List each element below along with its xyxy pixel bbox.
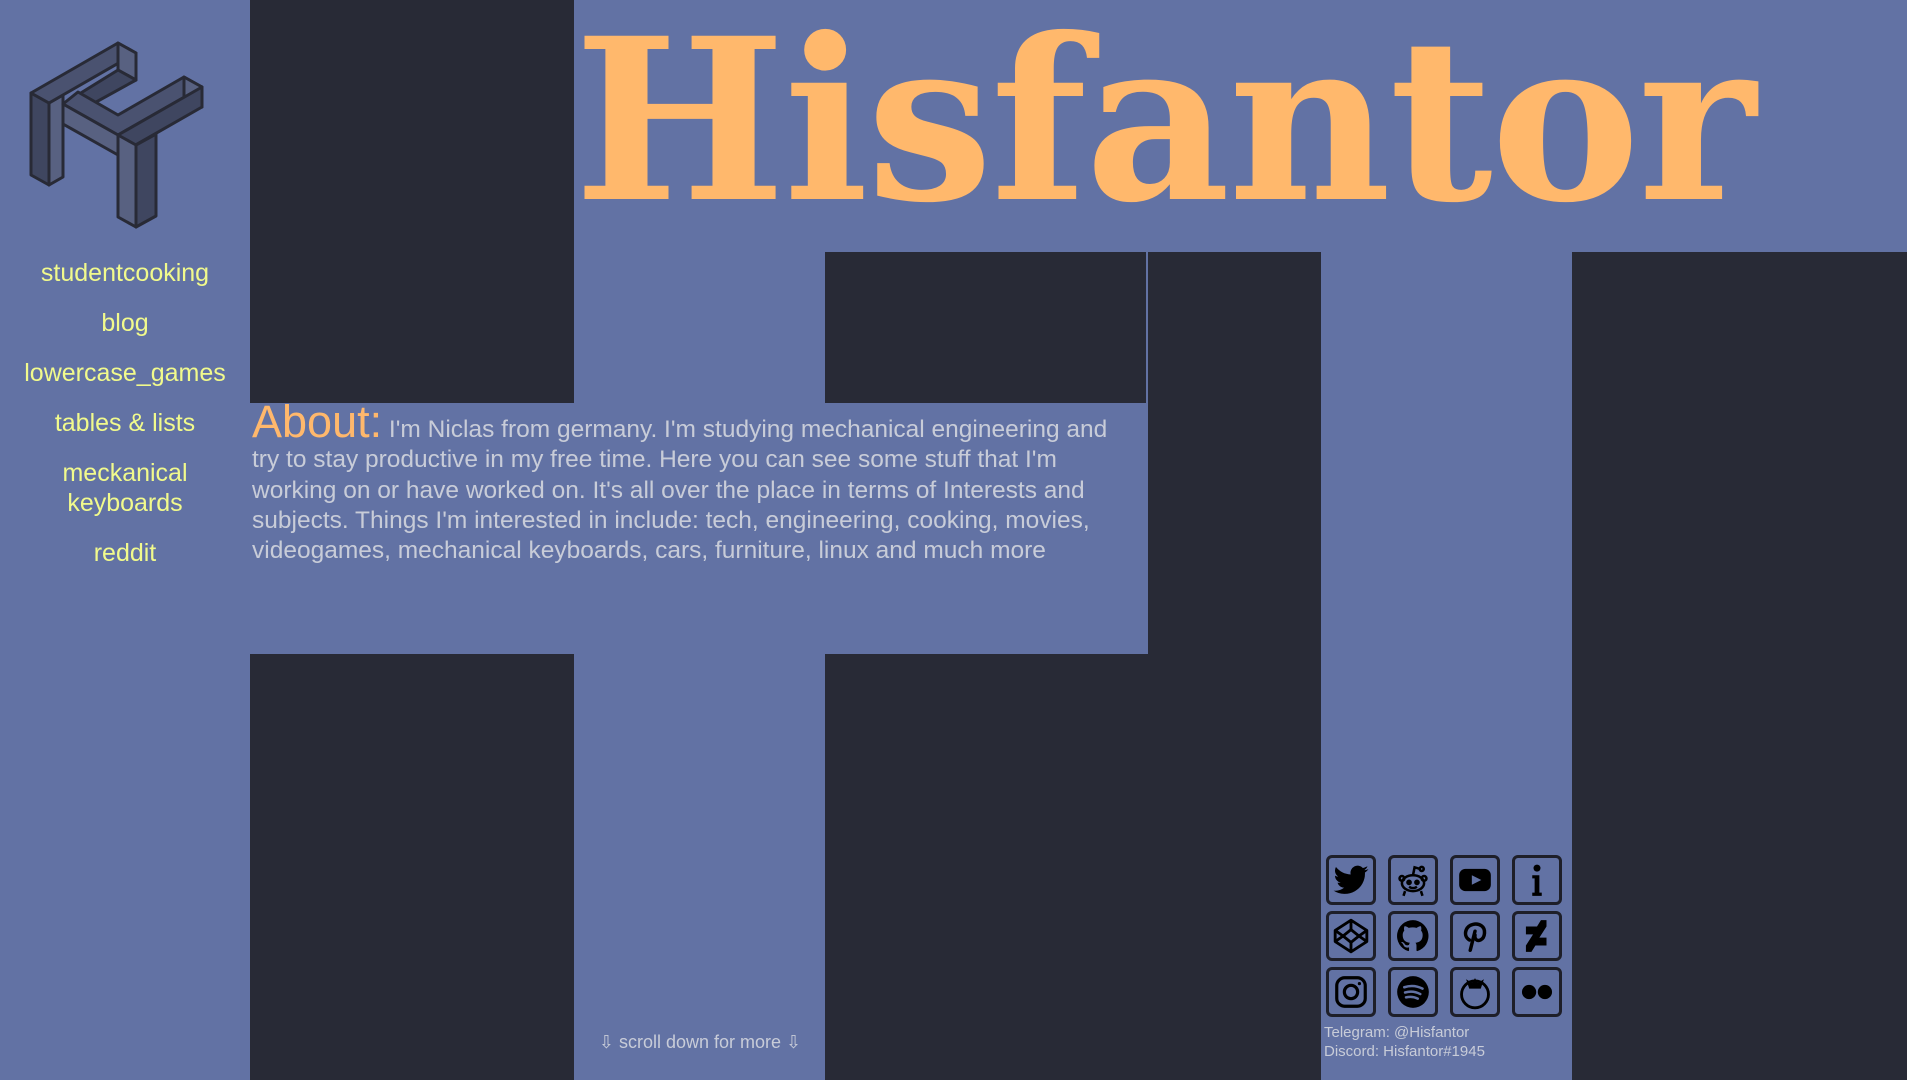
pinterest-icon[interactable] <box>1450 911 1500 961</box>
bg-block <box>250 654 574 1080</box>
nav-studentcooking[interactable]: studentcooking <box>0 258 250 288</box>
instagram-icon[interactable] <box>1326 967 1376 1017</box>
reddit-icon[interactable] <box>1388 855 1438 905</box>
nav-lowercase-games[interactable]: lowercase_games <box>0 358 250 388</box>
info-icon[interactable] <box>1512 855 1562 905</box>
bg-block <box>825 252 1146 403</box>
github-icon[interactable] <box>1388 911 1438 961</box>
telegram-contact: Telegram: @Hisfantor <box>1324 1024 1470 1041</box>
flickr-icon[interactable] <box>1512 967 1562 1017</box>
bg-block <box>825 654 1148 1080</box>
youtube-icon[interactable] <box>1450 855 1500 905</box>
codepen-icon[interactable] <box>1326 911 1376 961</box>
about-heading: About: <box>252 396 383 447</box>
sidebar: studentcooking blog lowercase_games tabl… <box>0 0 250 1080</box>
scroll-hint: ⇩ scroll down for more ⇩ <box>598 1032 802 1052</box>
nav-reddit[interactable]: reddit <box>0 538 250 568</box>
bg-block <box>250 0 574 403</box>
about-paragraph: About: I'm Niclas from germany. I'm stud… <box>252 399 1132 566</box>
twitter-icon[interactable] <box>1326 855 1376 905</box>
tomato-icon[interactable] <box>1450 967 1500 1017</box>
site-title: Hisfantor <box>574 0 1756 252</box>
deviantart-icon[interactable] <box>1512 911 1562 961</box>
bg-block <box>1148 252 1321 1080</box>
hisfantor-logo[interactable] <box>18 20 218 232</box>
discord-contact: Discord: Hisfantor#1945 <box>1324 1043 1485 1060</box>
spotify-icon[interactable] <box>1388 967 1438 1017</box>
nav-tables-lists[interactable]: tables & lists <box>0 408 250 438</box>
about-section: About: I'm Niclas from germany. I'm stud… <box>250 399 1148 654</box>
nav-meckanical-keyboards[interactable]: meckanical keyboards <box>40 458 210 518</box>
nav-blog[interactable]: blog <box>0 308 250 338</box>
bg-block <box>1572 252 1907 1080</box>
